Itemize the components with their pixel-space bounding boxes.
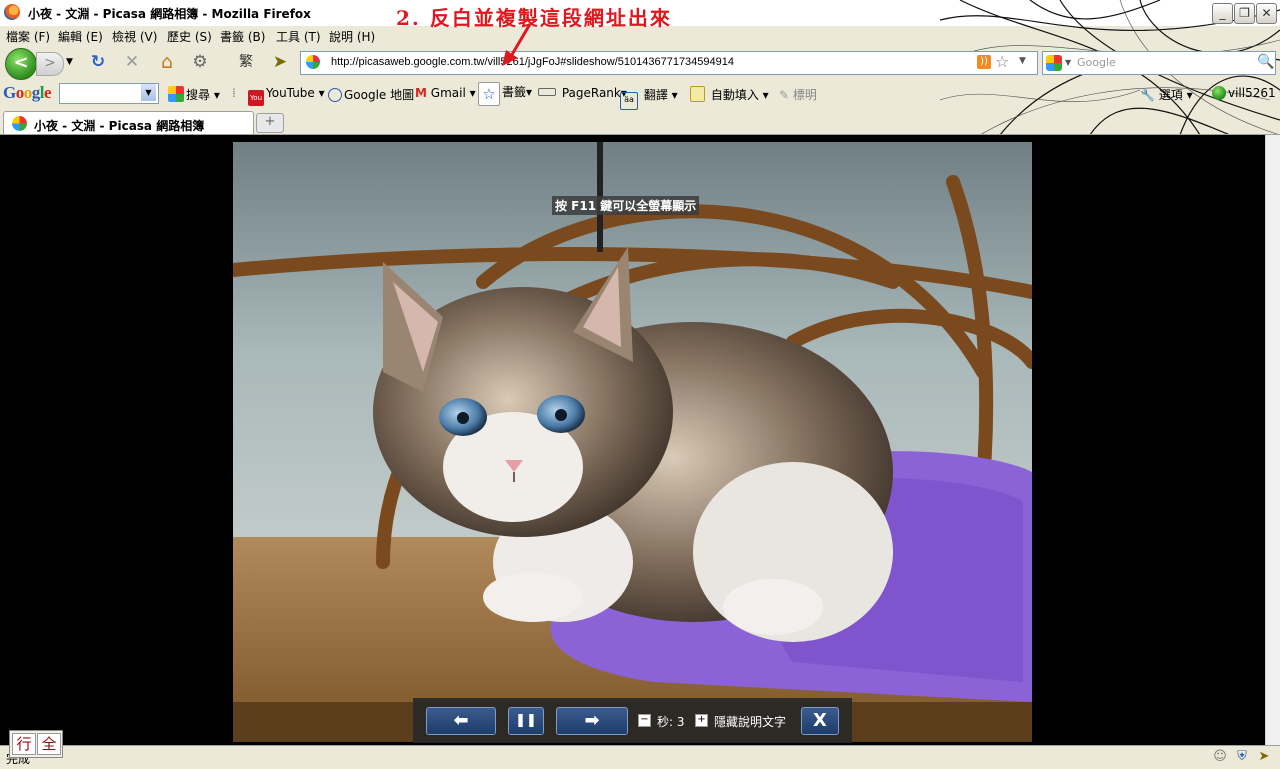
youtube-button[interactable]: You YouTube ▾ <box>248 86 325 106</box>
minimize-button[interactable]: _ <box>1212 3 1233 24</box>
picasa-favicon-icon <box>12 116 27 131</box>
options-button[interactable]: 🔧 選項 ▾ <box>1140 86 1193 103</box>
search-engine-icon[interactable] <box>1046 55 1062 71</box>
google-toolbar: Google ▼ 搜尋 ▾ ⁞ You YouTube ▾ Google 地圖 M… <box>0 80 1280 110</box>
close-window-button[interactable]: ✕ <box>1256 3 1277 24</box>
new-tab-button[interactable]: + <box>256 113 284 133</box>
rss-feed-icon[interactable]: )) <box>977 55 991 69</box>
security-shield-icon[interactable]: ⛨ <box>1234 749 1250 765</box>
bookmarks-button[interactable]: ☆ 書籤▾ <box>478 82 532 106</box>
picasa-favicon-icon <box>306 55 320 69</box>
tab-label: 小夜 - 文淵 - Picasa 網路相簿 <box>34 119 205 133</box>
forward-button[interactable]: > <box>36 52 64 76</box>
menu-edit[interactable]: 編輯 (E) <box>58 28 103 45</box>
google-search-icon <box>168 86 184 102</box>
url-bar[interactable]: http://picasaweb.google.com.tw/vill5261/… <box>300 51 1038 75</box>
autofill-icon <box>690 86 705 102</box>
ime-mode-button[interactable]: 行 <box>12 733 36 755</box>
window-title: 小夜 - 文淵 - Picasa 網路相簿 - Mozilla Firefox <box>28 7 311 21</box>
cursor-tool-icon[interactable]: ➤ <box>270 53 290 71</box>
addon-status-icon[interactable]: ☺ <box>1212 749 1228 765</box>
addon-gear-icon[interactable]: ⚙ <box>190 53 210 71</box>
pagerank-button[interactable]: PageRank▾ <box>538 86 627 100</box>
url-dropdown-icon[interactable]: ▼ <box>1019 56 1026 66</box>
next-photo-button[interactable]: ➡ <box>556 707 628 735</box>
menu-history[interactable]: 歷史 (S) <box>167 28 212 45</box>
highlight-button[interactable]: ✎ 標明 <box>779 86 817 103</box>
youtube-icon: You <box>248 90 264 106</box>
wrench-icon: 🔧 <box>1140 88 1155 102</box>
translate-button[interactable]: äa 翻譯 ▾ <box>620 86 678 110</box>
search-engine-dropdown-icon[interactable]: ▼ <box>1065 58 1071 67</box>
back-button[interactable]: < <box>5 48 37 80</box>
kitten-photo <box>233 142 1032 742</box>
google-logo: Google <box>3 83 52 102</box>
firefox-icon <box>4 4 20 20</box>
previous-photo-button[interactable]: ⬅ <box>426 707 496 735</box>
traditional-chinese-icon[interactable]: 繁 <box>236 53 256 71</box>
toolbar-separator-icon: ⁞ <box>232 86 236 100</box>
menu-tools[interactable]: 工具 (T) <box>276 28 321 45</box>
menu-bar: 檔案 (F) 編輯 (E) 檢視 (V) 歷史 (S) 書籤 (B) 工具 (T… <box>0 26 940 46</box>
google-maps-button[interactable]: Google 地圖 <box>328 86 414 103</box>
search-placeholder[interactable]: Google <box>1077 56 1116 69</box>
cursor-status-icon[interactable]: ➤ <box>1256 749 1272 765</box>
decrease-seconds-button[interactable]: − <box>638 714 651 727</box>
tab-picasa[interactable]: 小夜 - 文淵 - Picasa 網路相簿 <box>3 111 254 134</box>
pause-button[interactable]: ❚❚ <box>508 707 544 735</box>
pagerank-bar-icon <box>538 88 556 96</box>
highlighter-icon: ✎ <box>779 88 790 102</box>
bookmark-star-icon: ☆ <box>478 82 500 106</box>
maps-icon <box>328 88 342 102</box>
search-bar[interactable]: ▼ Google 🔍 <box>1042 51 1276 75</box>
online-status-icon <box>1212 86 1226 100</box>
google-search-dropdown-icon[interactable]: ▼ <box>141 84 156 101</box>
maximize-button[interactable]: ❐ <box>1234 3 1255 24</box>
gmail-button[interactable]: M Gmail ▾ <box>415 86 476 100</box>
increase-seconds-button[interactable]: + <box>695 714 708 727</box>
fullscreen-tip: 按 F11 鍵可以全螢幕顯示 <box>552 196 700 215</box>
menu-bookmarks[interactable]: 書籤 (B) <box>220 28 265 45</box>
ime-indicator[interactable]: 行 全 <box>9 730 63 758</box>
vertical-scrollbar[interactable] <box>1265 135 1280 745</box>
search-magnifier-icon[interactable]: 🔍 <box>1257 54 1274 70</box>
google-account[interactable]: vill5261 ▾ <box>1212 86 1280 100</box>
menu-view[interactable]: 檢視 (V) <box>112 28 157 45</box>
close-slideshow-button[interactable]: X <box>801 707 839 735</box>
google-search-button[interactable]: 搜尋 ▾ <box>168 86 220 103</box>
menu-help[interactable]: 說明 (H) <box>329 28 375 45</box>
tab-strip: 小夜 - 文淵 - Picasa 網路相簿 + <box>0 108 1280 135</box>
ime-fullwidth-button[interactable]: 全 <box>37 733 61 755</box>
bookmark-star-icon[interactable]: ☆ <box>995 52 1009 71</box>
history-dropdown-icon[interactable]: ▼ <box>66 57 73 67</box>
stop-icon[interactable]: ✕ <box>122 53 142 71</box>
menu-file[interactable]: 檔案 (F) <box>6 28 50 45</box>
seconds-label: 秒: 3 <box>657 715 685 729</box>
home-icon[interactable]: ⌂ <box>157 53 177 72</box>
navigation-toolbar: < > ▼ ↻ ✕ ⌂ ⚙ 繁 ➤ http://picasaweb.googl… <box>0 46 1280 80</box>
reload-icon[interactable]: ↻ <box>88 53 108 71</box>
status-bar: 完成 ☺ ⛨ ➤ <box>0 745 1280 769</box>
slideshow-controls: ⬅ ❚❚ ➡ − 秒: 3 + 隱藏說明文字 X <box>413 698 852 743</box>
autofill-button[interactable]: 自動填入 ▾ <box>690 86 769 103</box>
annotation-arrow-icon <box>502 23 532 66</box>
hide-caption-link[interactable]: 隱藏說明文字 <box>714 713 786 730</box>
gmail-icon: M <box>415 86 427 100</box>
